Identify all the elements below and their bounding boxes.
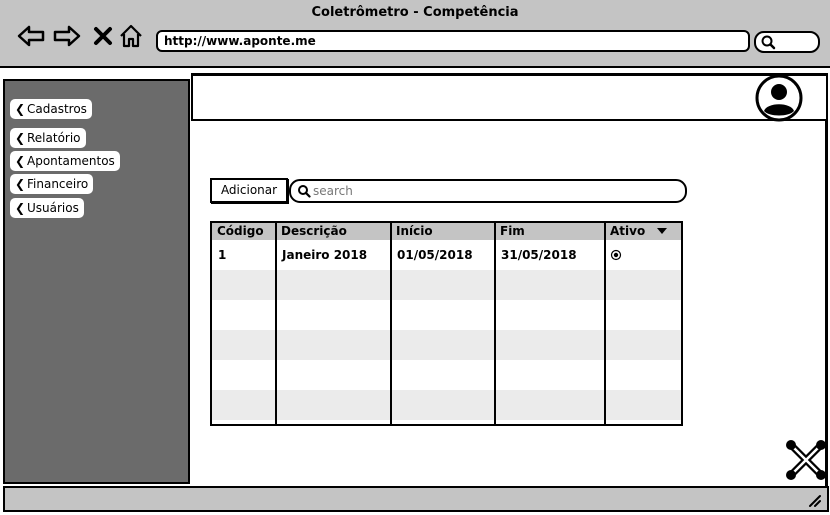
status-bar bbox=[3, 486, 829, 512]
search-placeholder: search bbox=[313, 184, 353, 198]
data-table: Código Descrição Início Fim Ativo 1 Jane… bbox=[210, 221, 683, 426]
home-icon bbox=[120, 24, 142, 48]
sidebar-item-label: Financeiro bbox=[27, 177, 89, 191]
chevron-left-icon: ❮ bbox=[15, 102, 26, 116]
sidebar-item-label: Cadastros bbox=[27, 102, 87, 116]
app-logo bbox=[784, 438, 828, 482]
table-row-empty bbox=[212, 420, 681, 424]
cell-inicio: 01/05/2018 bbox=[397, 248, 473, 262]
browser-search-field[interactable] bbox=[754, 31, 820, 53]
chevron-left-icon: ❮ bbox=[15, 131, 26, 145]
search-input[interactable]: search bbox=[289, 179, 687, 203]
home-button[interactable] bbox=[116, 22, 146, 50]
table-row-empty bbox=[212, 360, 681, 390]
sidebar-item-label: Usuários bbox=[27, 201, 79, 215]
user-icon bbox=[755, 74, 803, 122]
column-header-fim[interactable]: Fim bbox=[495, 223, 605, 240]
add-button[interactable]: Adicionar bbox=[210, 178, 288, 203]
arrow-right-icon bbox=[53, 25, 81, 47]
window-title: Coletrômetro - Competência bbox=[311, 5, 519, 20]
back-button[interactable] bbox=[16, 22, 46, 50]
column-divider bbox=[494, 223, 496, 424]
page-header bbox=[191, 73, 828, 121]
column-header-inicio[interactable]: Início bbox=[391, 223, 495, 240]
cell-codigo: 1 bbox=[218, 248, 227, 262]
column-divider bbox=[275, 223, 277, 424]
cell-fim: 31/05/2018 bbox=[501, 248, 577, 262]
column-header-ativo[interactable]: Ativo bbox=[605, 223, 681, 240]
table-row[interactable]: 1 Janeiro 2018 01/05/2018 31/05/2018 bbox=[212, 240, 681, 270]
sidebar-item-usuarios[interactable]: ❮ Usuários bbox=[10, 198, 84, 218]
column-header-label: Ativo bbox=[610, 224, 646, 238]
table-row-empty bbox=[212, 300, 681, 330]
chevron-left-icon: ❮ bbox=[15, 201, 26, 215]
caret-down-icon bbox=[657, 228, 667, 234]
search-icon bbox=[298, 185, 311, 198]
table-row-empty bbox=[212, 270, 681, 300]
sidebar-item-label: Apontamentos bbox=[27, 154, 115, 168]
chevron-left-icon: ❮ bbox=[15, 154, 26, 168]
arrow-left-icon bbox=[17, 25, 45, 47]
resize-grip-icon[interactable] bbox=[807, 493, 821, 507]
column-divider bbox=[390, 223, 392, 424]
content-border bbox=[825, 121, 828, 487]
joomla-logo-icon bbox=[786, 440, 826, 480]
cell-ativo bbox=[605, 240, 681, 270]
browser-window: Coletrômetro - Competência http://www.ap… bbox=[0, 0, 830, 515]
chevron-left-icon: ❮ bbox=[15, 177, 26, 191]
radio-selected-icon[interactable] bbox=[610, 249, 622, 261]
table-row-empty bbox=[212, 390, 681, 420]
sidebar-item-label: Relatório bbox=[27, 131, 81, 145]
table-row-empty bbox=[212, 330, 681, 360]
search-icon bbox=[761, 35, 776, 50]
cell-descricao: Janeiro 2018 bbox=[282, 248, 368, 262]
column-divider bbox=[604, 223, 606, 424]
sidebar-item-apontamentos[interactable]: ❮ Apontamentos bbox=[10, 151, 120, 171]
close-icon bbox=[94, 27, 112, 45]
column-header-descricao[interactable]: Descrição bbox=[276, 223, 391, 240]
sidebar-item-relatorio[interactable]: ❮ Relatório bbox=[10, 128, 86, 148]
column-header-codigo[interactable]: Código bbox=[212, 223, 276, 240]
stop-button[interactable] bbox=[88, 22, 118, 50]
address-bar[interactable]: http://www.aponte.me bbox=[156, 30, 750, 52]
sidebar-item-financeiro[interactable]: ❮ Financeiro bbox=[10, 174, 94, 194]
forward-button[interactable] bbox=[52, 22, 82, 50]
sidebar-item-cadastros[interactable]: ❮ Cadastros bbox=[10, 99, 92, 119]
user-avatar[interactable] bbox=[755, 74, 803, 122]
